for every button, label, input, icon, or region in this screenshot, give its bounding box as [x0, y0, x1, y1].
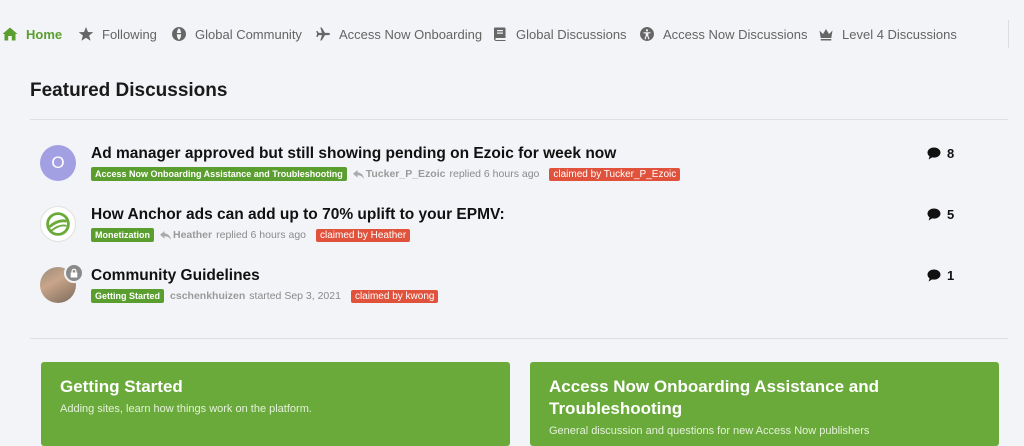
- divider: [30, 338, 1008, 339]
- comment-icon: [927, 147, 941, 160]
- comment-count-value: 5: [947, 207, 955, 222]
- comment-count[interactable]: 5: [927, 207, 954, 222]
- comment-count-value: 8: [947, 146, 955, 161]
- home-icon: [2, 26, 18, 42]
- avatar[interactable]: [40, 206, 76, 242]
- nav-label: Following: [102, 26, 157, 42]
- nav-item-following[interactable]: Following: [78, 24, 157, 44]
- nav-item-home[interactable]: Home: [2, 24, 62, 44]
- topic-meta: Access Now Onboarding Assistance and Tro…: [91, 167, 681, 181]
- topic-title[interactable]: Ad manager approved but still showing pe…: [91, 145, 616, 163]
- comment-count[interactable]: 1: [927, 268, 954, 283]
- book-icon: [492, 26, 508, 42]
- author-name[interactable]: Tucker_P_Ezoic: [366, 168, 446, 180]
- nav-label: Level 4 Discussions: [842, 26, 957, 42]
- activity-text: replied 6 hours ago: [216, 229, 307, 241]
- top-nav: Home Following Global Community Access N…: [0, 0, 1024, 68]
- crown-icon: [818, 26, 834, 42]
- topic-title[interactable]: Community Guidelines: [91, 267, 260, 285]
- nav-item-level-4-discussions[interactable]: Level 4 Discussions: [818, 24, 957, 44]
- reply-icon: [352, 169, 364, 179]
- star-icon: [78, 26, 94, 42]
- nav-label: Home: [26, 26, 63, 42]
- nav-item-global-discussions[interactable]: Global Discussions: [492, 24, 627, 44]
- author-name[interactable]: Heather: [173, 229, 212, 241]
- category-card-getting-started[interactable]: Getting Started Adding sites, learn how …: [41, 362, 510, 446]
- topic-meta: Monetization Heather replied 6 hours ago…: [91, 228, 411, 242]
- category-badge[interactable]: Access Now Onboarding Assistance and Tro…: [91, 167, 347, 181]
- comment-icon: [927, 208, 941, 221]
- avatar[interactable]: O: [40, 145, 76, 181]
- lock-icon: [64, 263, 84, 283]
- claimed-badge: claimed by kwong: [350, 289, 439, 303]
- nav-label: Global Community: [195, 26, 302, 42]
- category-description: Adding sites, learn how things work on t…: [60, 403, 312, 415]
- nav-item-access-now-discussions[interactable]: Access Now Discussions: [639, 24, 808, 44]
- topic-meta: Getting Started cschenkhuizen started Se…: [91, 289, 439, 303]
- comment-count-value: 1: [947, 268, 955, 283]
- page-title: Featured Discussions: [30, 80, 228, 101]
- category-title[interactable]: Getting Started: [60, 376, 491, 398]
- comment-count[interactable]: 8: [927, 146, 954, 161]
- topic-row[interactable]: Community Guidelines Getting Started csc…: [40, 263, 960, 317]
- topic-title[interactable]: How Anchor ads can add up to 70% uplift …: [91, 206, 505, 224]
- nav-label: Access Now Onboarding: [339, 26, 483, 42]
- author-name[interactable]: cschenkhuizen: [170, 290, 245, 302]
- logo-icon: [46, 212, 70, 236]
- nav-divider: [1008, 20, 1009, 48]
- globe-icon: [171, 26, 187, 42]
- activity-text: started Sep 3, 2021: [249, 290, 341, 302]
- nav-label: Access Now Discussions: [663, 26, 808, 42]
- nav-item-global-community[interactable]: Global Community: [171, 24, 302, 44]
- nav-item-access-now-onboarding[interactable]: Access Now Onboarding: [315, 24, 482, 44]
- topic-row[interactable]: How Anchor ads can add up to 70% uplift …: [40, 206, 960, 256]
- activity-text: replied 6 hours ago: [449, 168, 540, 180]
- topic-row[interactable]: O Ad manager approved but still showing …: [40, 145, 960, 195]
- category-title[interactable]: Access Now Onboarding Assistance and Tro…: [549, 376, 909, 420]
- category-card-access-now-onboarding[interactable]: Access Now Onboarding Assistance and Tro…: [530, 362, 999, 446]
- accessibility-icon: [639, 26, 655, 42]
- claimed-badge: claimed by Heather: [316, 228, 411, 242]
- divider: [30, 119, 1008, 120]
- reply-icon: [160, 230, 171, 240]
- plane-icon: [315, 26, 331, 42]
- category-badge[interactable]: Monetization: [91, 228, 154, 242]
- comment-icon: [927, 269, 941, 282]
- category-description: General discussion and questions for new…: [549, 425, 870, 437]
- nav-label: Global Discussions: [516, 26, 627, 42]
- category-badge[interactable]: Getting Started: [91, 289, 165, 303]
- claimed-badge: claimed by Tucker_P_Ezoic: [549, 167, 681, 181]
